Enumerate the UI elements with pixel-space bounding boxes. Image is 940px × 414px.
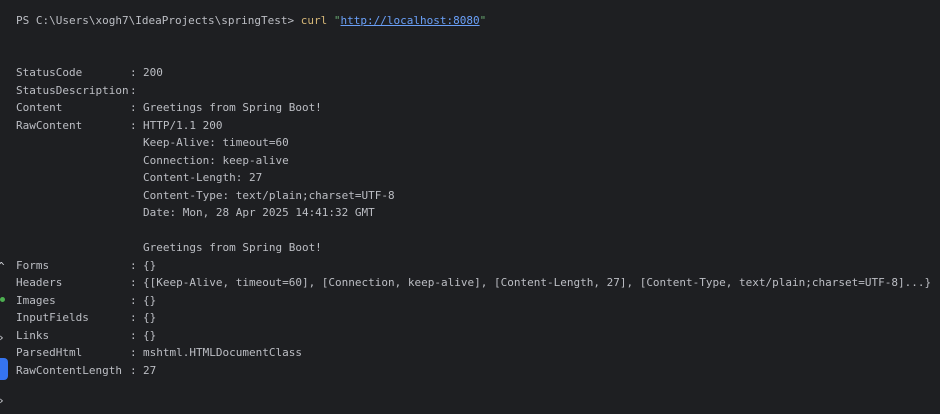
raw-content-line: Keep-Alive: timeout=60: [143, 136, 289, 149]
separator: :: [130, 101, 137, 114]
field-value: {[Keep-Alive, timeout=60], [Connection, …: [143, 276, 932, 289]
field-value: {}: [143, 311, 157, 324]
terminal-gutter: ^ › ›: [0, 0, 10, 414]
chevron-right-icon[interactable]: ›: [0, 332, 6, 343]
output-row-status-description: StatusDescription:: [16, 82, 143, 99]
field-label: Forms: [16, 258, 50, 272]
separator: :: [130, 293, 137, 307]
terminal-panel[interactable]: ^ › › PS C:\Users\xogh7\IdeaProjects\spr…: [0, 0, 940, 414]
output-row-links: Links: {}: [16, 327, 156, 344]
output-row-parsed-html: ParsedHtml: mshtml.HTMLDocumentClass: [16, 344, 302, 361]
field-label: Images: [16, 293, 56, 307]
prompt-line: PS C:\Users\xogh7\IdeaProjects\springTes…: [16, 12, 486, 29]
field-label: Headers: [16, 276, 63, 289]
command-url-link[interactable]: http://localhost:8080: [341, 14, 480, 27]
field-value: HTTP/1.1 200: [143, 118, 223, 132]
field-value: {}: [143, 328, 157, 342]
field-value: mshtml.HTMLDocumentClass: [143, 346, 302, 359]
field-label: Content: [16, 101, 63, 114]
raw-content-line: Content-Length: 27: [143, 171, 263, 184]
separator: :: [130, 346, 137, 359]
status-dot-icon: [0, 297, 5, 302]
field-value: Greetings from Spring Boot!: [143, 101, 322, 114]
field-value: {}: [143, 258, 157, 272]
quote-close: ": [479, 14, 487, 27]
chevron-right-icon[interactable]: ›: [0, 395, 6, 406]
field-label: Links: [16, 328, 50, 342]
field-value: {}: [143, 293, 157, 307]
separator: :: [130, 311, 137, 324]
separator: :: [130, 276, 137, 289]
field-label: RawContent: [16, 118, 83, 132]
command-name: curl: [300, 14, 328, 27]
field-label: StatusCode: [16, 66, 83, 79]
prompt-path: PS C:\Users\xogh7\IdeaProjects\springTes…: [16, 14, 301, 27]
field-label: ParsedHtml: [16, 346, 83, 359]
field-value: 27: [143, 363, 157, 377]
output-row-forms: Forms: {}: [16, 257, 156, 274]
field-value: 200: [143, 66, 163, 79]
separator: :: [130, 363, 137, 377]
separator: :: [130, 83, 137, 97]
output-row-raw-content: RawContent: HTTP/1.1 200: [16, 117, 222, 134]
raw-content-line: Date: Mon, 28 Apr 2025 14:41:32 GMT: [143, 206, 375, 219]
output-row-headers: Headers: {[Keep-Alive, timeout=60], [Conn…: [16, 274, 931, 291]
field-label: RawContentLength: [16, 363, 122, 377]
output-row-raw-content-length: RawContentLength:27: [16, 362, 156, 379]
separator: :: [130, 328, 137, 342]
terminal-tab-icon[interactable]: [0, 358, 8, 380]
field-label: InputFields: [16, 311, 89, 324]
separator: :: [130, 258, 137, 272]
chevron-up-icon[interactable]: ^: [0, 261, 6, 272]
output-row-status-code: StatusCode:200: [16, 64, 163, 81]
raw-content-line: Content-Type: text/plain;charset=UTF-8: [143, 188, 395, 202]
separator: :: [130, 118, 137, 132]
output-row-input-fields: InputFields: {}: [16, 309, 156, 326]
raw-content-line: Greetings from Spring Boot!: [143, 241, 322, 254]
separator: :: [130, 66, 137, 79]
quote-open: ": [327, 14, 341, 27]
output-row-content: Content: Greetings from Spring Boot!: [16, 99, 322, 116]
raw-content-line: Connection: keep-alive: [143, 153, 289, 167]
field-label: StatusDescription: [16, 83, 129, 97]
output-row-images: Images: {}: [16, 292, 156, 309]
